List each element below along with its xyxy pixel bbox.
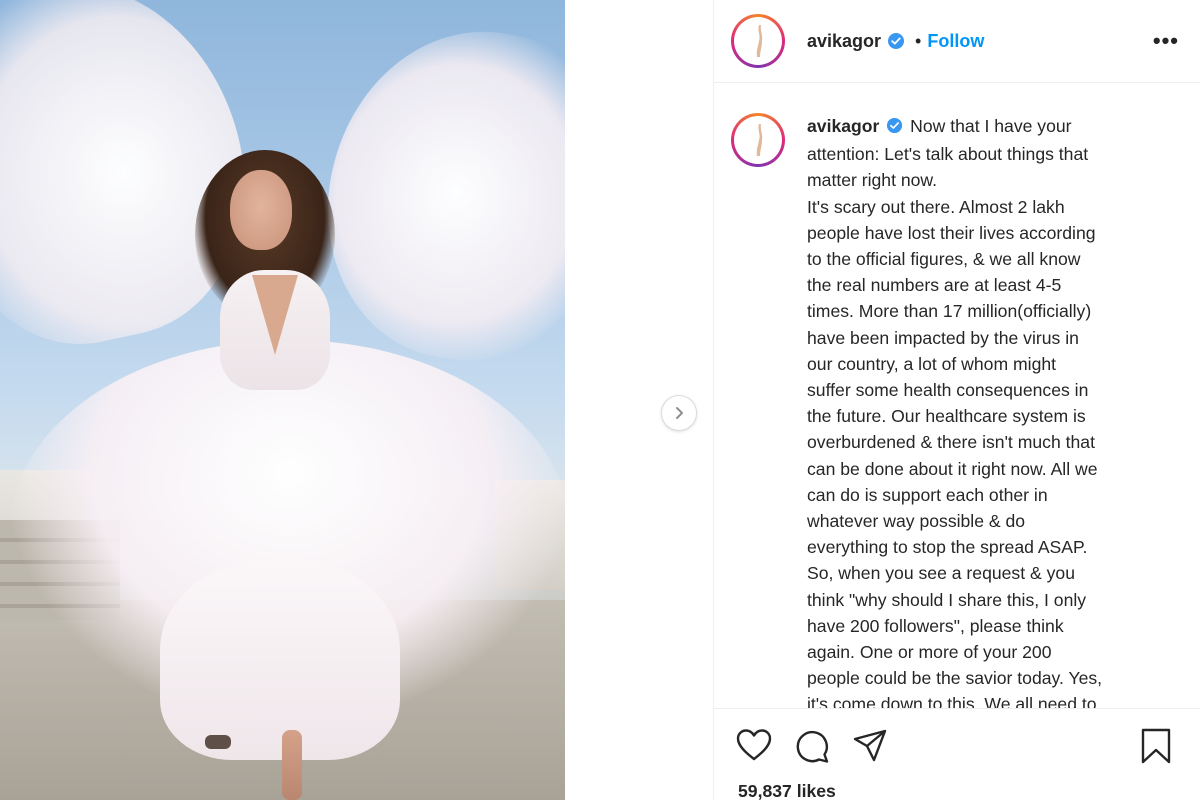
follow-button[interactable]: Follow [927,31,984,52]
send-icon [853,729,887,762]
caption-line: It's scary out there. Almost 2 lakh [807,196,1065,217]
heart-icon [736,729,772,761]
caption-line: attention: Let's talk about things that [807,144,1089,165]
caption-line: again. One or more of your 200 [807,642,1052,663]
verified-badge-icon [886,115,903,141]
caption-username[interactable]: avikagor [807,116,879,136]
separator-dot: • [915,30,922,51]
username-link[interactable]: avikagor [807,31,881,52]
post-details-panel: avikagor • Follow ••• avikagor Now that … [713,0,1200,802]
caption-text: avikagor Now that I have your attention:… [807,113,1153,709]
share-button[interactable] [852,728,888,769]
caption-line: times. More than 17 million(officially) [807,301,1092,322]
caption-first-line: avikagor Now that I have your [807,113,1153,141]
post-image[interactable] [0,0,565,800]
caption-line: Now that I have your [910,116,1072,136]
caption-comment: avikagor Now that I have your attention:… [731,113,1153,709]
caption-line: people could be the savior today. Yes, [807,668,1103,689]
action-bar [736,728,1186,772]
bookmark-icon [1141,728,1171,764]
post-header: avikagor • Follow ••• [714,0,1200,83]
caption-line: think "why should I share this, I only [807,589,1087,610]
caption-line: suffer some health consequences in [807,380,1089,401]
image-shoe [205,735,231,749]
caption-line: people have lost their lives according [807,222,1096,243]
caption-line: to the official figures, & we all know [807,249,1081,270]
caption-line: the real numbers are at least 4-5 [807,275,1062,296]
caption-line: can do is support each other in [807,484,1048,505]
avatar-image-icon [756,25,763,57]
caption-line: So, when you see a request & you [807,563,1075,584]
more-options-icon[interactable]: ••• [1153,28,1179,54]
likes-count[interactable]: 59,837 likes [738,781,836,802]
image-dress-hem [160,560,400,760]
caption-avatar[interactable] [731,113,785,167]
comment-icon [796,730,829,763]
caption-line: have been impacted by the virus in [807,327,1079,348]
image-fabric-right [303,8,565,382]
verified-badge-icon [887,32,905,50]
caption-line: have 200 followers", please think [807,615,1064,636]
caption-line: our country, a lot of whom might [807,353,1057,374]
image-face [230,170,292,250]
caption-line: overburdened & there isn't much that [807,432,1095,453]
chevron-right-icon [676,407,683,419]
comments-section[interactable]: avikagor Now that I have your attention:… [714,83,1200,709]
avatar-image-icon [756,124,763,156]
caption-line: it's come down to this. We all need to [807,694,1097,709]
comment-button[interactable] [794,728,830,769]
caption-line: everything to stop the spread ASAP. [807,537,1088,558]
image-leg [282,730,302,800]
like-button[interactable] [736,728,772,767]
caption-line: matter right now. [807,170,938,191]
save-button[interactable] [1140,728,1172,769]
caption-line: can be done about it right now. All we [807,458,1098,479]
caption-line: whatever way possible & do [807,511,1026,532]
caption-line: the future. Our healthcare system is [807,406,1086,427]
avatar[interactable] [731,14,785,68]
next-image-button[interactable] [661,395,697,431]
